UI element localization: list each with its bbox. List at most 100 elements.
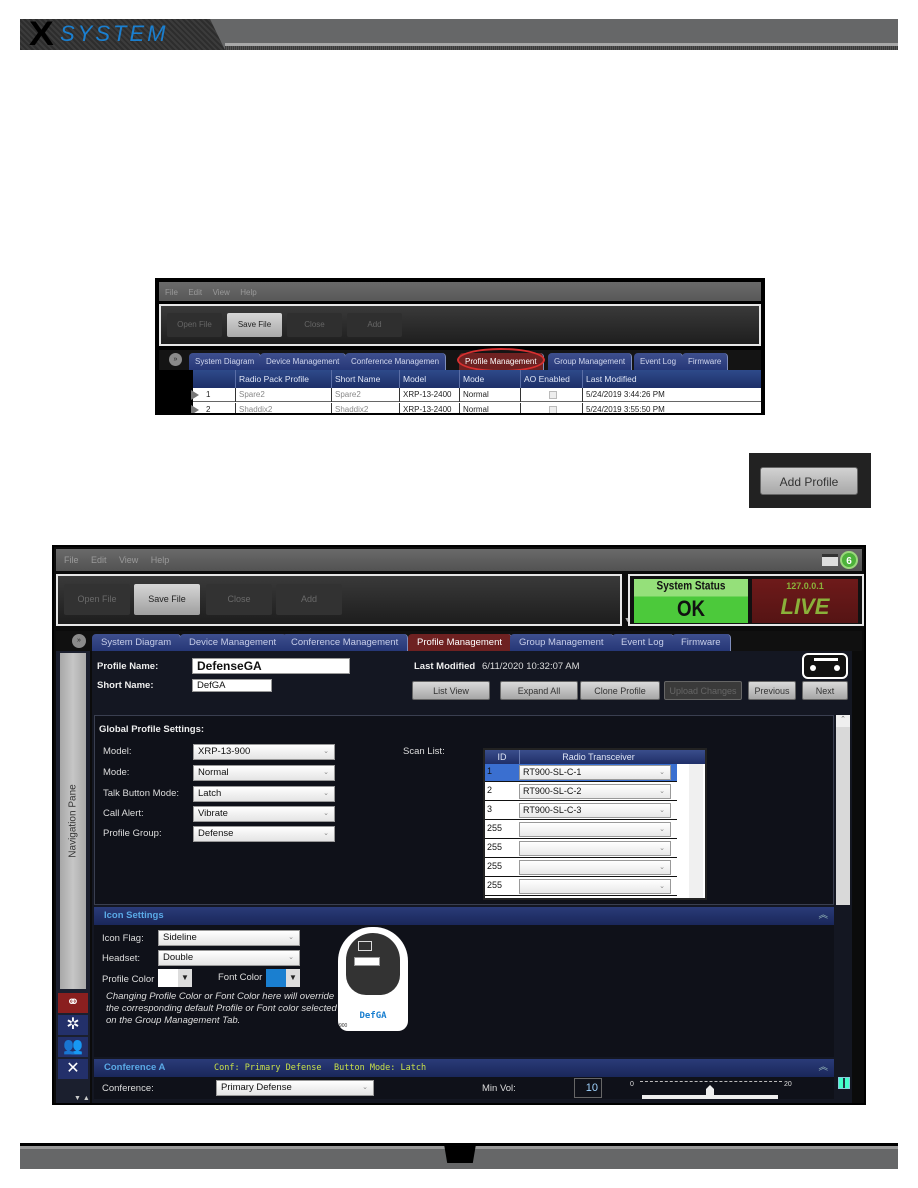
row-index: 1 — [206, 390, 211, 399]
tab-system-diagram[interactable]: System Diagram — [92, 634, 182, 651]
model-select[interactable]: XRP-13-900 ⌄ — [193, 744, 335, 760]
radio-transceiver-select[interactable]: ⌄ — [519, 879, 671, 894]
tab-device-management[interactable]: Device Management — [180, 634, 287, 651]
connection-icon[interactable]: 6 — [840, 551, 858, 569]
radio-transceiver-select[interactable]: ⌄ — [519, 860, 671, 875]
short-name-input[interactable]: DefGA — [192, 679, 272, 692]
open-file-button[interactable]: Open File — [64, 584, 130, 615]
scan-list-row[interactable]: 2 RT900-SL-C-2 ⌄ — [485, 783, 677, 801]
scan-list-row[interactable]: 3 RT900-SL-C-3 ⌄ — [485, 802, 677, 820]
table-row[interactable]: 2 Shaddix2 Shaddix2 XRP-13-2400 Normal 5… — [191, 403, 761, 413]
tab-group-management[interactable]: Group Management — [548, 353, 633, 370]
add-button[interactable]: Add — [347, 313, 402, 337]
users-icon[interactable]: 👥 — [58, 1037, 88, 1057]
scan-list-row[interactable]: 255 ⌄ — [485, 840, 677, 858]
chevron-down-icon: ⌄ — [659, 864, 665, 871]
scan-list-row[interactable]: 255 ⌄ — [485, 859, 677, 877]
col-short-name[interactable]: Short Name — [331, 370, 399, 388]
collapse-icon[interactable]: » — [72, 634, 86, 648]
profile-name-input[interactable]: DefenseGA — [192, 658, 350, 674]
headset-select[interactable]: Double ⌄ — [158, 950, 300, 966]
upload-changes-button[interactable]: Upload Changes — [664, 681, 742, 700]
radio-transceiver-select[interactable]: ⌄ — [519, 822, 671, 837]
font-color-picker[interactable]: ▼ — [266, 969, 300, 987]
menu-view[interactable]: View — [213, 288, 230, 297]
scan-list-row[interactable]: 1 RT900-SL-C-1 ⌄ — [485, 764, 677, 782]
close-button[interactable]: Close — [287, 313, 342, 337]
call-alert-select[interactable]: Vibrate ⌄ — [193, 806, 335, 822]
menu-view[interactable]: View — [119, 555, 138, 565]
open-file-button[interactable]: Open File — [167, 313, 222, 337]
radio-transceiver-select[interactable]: RT900-SL-C-1 ⌄ — [519, 765, 671, 780]
menu-file[interactable]: File — [64, 555, 79, 565]
radio-transceiver-select[interactable]: RT900-SL-C-2 ⌄ — [519, 784, 671, 799]
tab-device-management[interactable]: Device Management — [260, 353, 347, 370]
radio-transceiver-select[interactable]: ⌄ — [519, 841, 671, 856]
col-mode[interactable]: Mode — [459, 370, 520, 388]
clone-profile-button[interactable]: Clone Profile — [580, 681, 660, 700]
expand-all-button[interactable]: Expand All — [500, 681, 578, 700]
profile-color-swatch — [158, 969, 178, 987]
grid-icon[interactable] — [838, 1077, 850, 1089]
network-icon[interactable]: ✲ — [58, 1015, 88, 1035]
ao-checkbox[interactable] — [549, 391, 557, 399]
system-status-badge: System Status OK — [634, 579, 748, 623]
tab-firmware[interactable]: Firmware — [672, 634, 731, 651]
ao-checkbox[interactable] — [549, 406, 557, 413]
tab-event-log[interactable]: Event Log — [634, 353, 684, 370]
col-id[interactable]: ID — [485, 750, 519, 764]
next-button[interactable]: Next — [802, 681, 848, 700]
chevron-down-icon: ▼ — [286, 969, 300, 987]
headset-value: Double — [163, 952, 194, 963]
menu-edit[interactable]: Edit — [188, 288, 202, 297]
binoculars-icon[interactable]: ⚭ — [58, 993, 88, 1013]
talk-button-mode-select[interactable]: Latch ⌄ — [193, 786, 335, 802]
col-ao-enabled[interactable]: AO Enabled — [520, 370, 582, 388]
radio-transceiver-select[interactable]: RT900-SL-C-3 ⌄ — [519, 803, 671, 818]
tab-group-management[interactable]: Group Management — [510, 634, 614, 651]
table-row[interactable]: 1 Spare2 Spare2 XRP-13-2400 Normal 5/24/… — [191, 388, 761, 402]
add-button[interactable]: Add — [276, 584, 342, 615]
save-file-button[interactable]: Save File — [134, 584, 200, 615]
scan-list-scrollbar[interactable] — [689, 764, 703, 898]
menu-edit[interactable]: Edit — [91, 555, 107, 565]
save-file-button[interactable]: Save File — [227, 313, 282, 337]
close-button[interactable]: Close — [206, 584, 272, 615]
headset-label: Headset: — [102, 953, 141, 964]
scan-list-row[interactable]: 255 ⌄ — [485, 821, 677, 839]
min-vol-slider[interactable] — [94, 1069, 834, 1099]
tab-conference-management[interactable]: Conference Managemen — [345, 353, 447, 370]
add-profile-callout: Add Profile — [749, 453, 871, 508]
collapse-icon[interactable]: » — [169, 353, 182, 366]
add-profile-button[interactable]: Add Profile — [760, 467, 858, 495]
window-icon[interactable] — [822, 554, 838, 566]
tab-system-diagram[interactable]: System Diagram — [189, 353, 262, 370]
icon-flag-select[interactable]: Sideline ⌄ — [158, 930, 300, 946]
col-radio-transceiver[interactable]: Radio Transceiver — [519, 750, 677, 764]
menu-file[interactable]: File — [165, 288, 178, 297]
scroll-up-icon[interactable]: ⌃ — [836, 715, 850, 727]
profile-color-label: Profile Color — [102, 974, 155, 985]
chevron-down-icon: ⌄ — [323, 748, 329, 755]
tools-icon[interactable]: ✕ — [58, 1059, 88, 1079]
profile-color-picker[interactable]: ▼ — [158, 969, 192, 987]
col-radio-pack-profile[interactable]: Radio Pack Profile — [235, 370, 331, 388]
col-last-modified[interactable]: Last Modified — [582, 370, 678, 388]
main-scrollbar[interactable]: ⌃ — [836, 715, 850, 905]
previous-button[interactable]: Previous — [748, 681, 796, 700]
navigation-pane-toggle[interactable]: Navigation Pane — [60, 653, 86, 989]
tab-event-log[interactable]: Event Log — [612, 634, 674, 651]
tab-conference-management[interactable]: Conference Management — [282, 634, 409, 651]
collapse-icon[interactable]: ︽ — [818, 907, 828, 925]
menu-help[interactable]: Help — [151, 555, 170, 565]
slider-max-label: 20 — [784, 1081, 792, 1088]
menu-help[interactable]: Help — [240, 288, 256, 297]
mode-select[interactable]: Normal ⌄ — [193, 765, 335, 781]
profile-group-select[interactable]: Defense ⌄ — [193, 826, 335, 842]
list-view-button[interactable]: List View — [412, 681, 490, 700]
icon-settings-header[interactable]: Icon Settings ︽ — [94, 907, 834, 925]
scan-list-row[interactable]: 255 ⌄ — [485, 878, 677, 896]
tab-profile-management[interactable]: Profile Management — [408, 634, 513, 651]
col-model[interactable]: Model — [399, 370, 459, 388]
tab-firmware[interactable]: Firmware — [682, 353, 729, 370]
